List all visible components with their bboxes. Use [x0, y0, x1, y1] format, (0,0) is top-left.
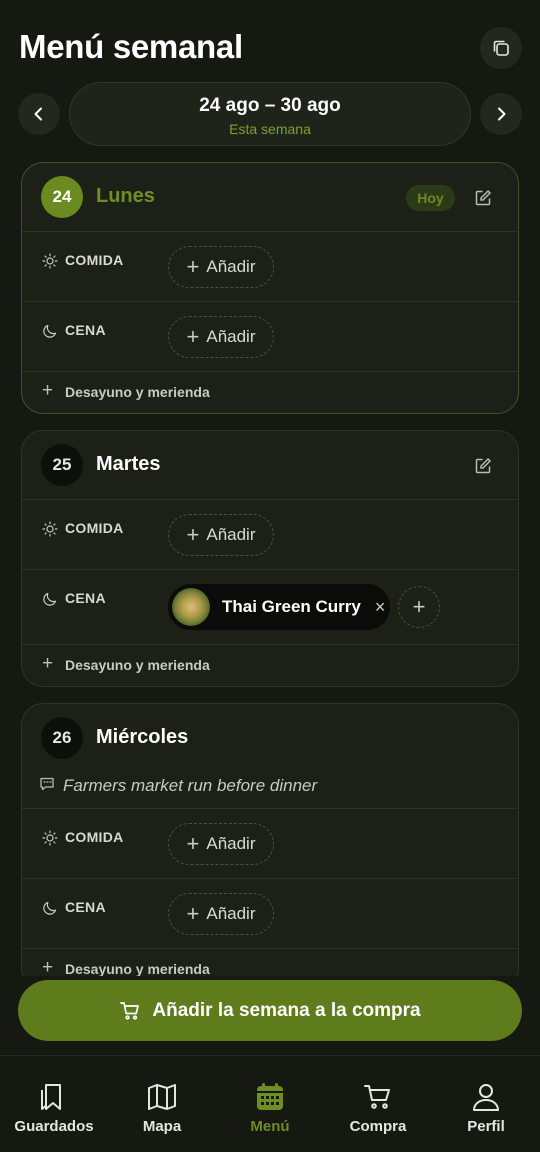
plus-icon: + — [186, 324, 200, 349]
recipe-chip[interactable]: Thai Green Curry × — [168, 584, 390, 630]
plus-icon: + — [186, 901, 200, 926]
day-card-martes: 25 Martes COMIDA + Añadir CENA Thai Gree… — [21, 430, 519, 687]
add-meal-label: Añadir — [206, 904, 256, 923]
add-meal-button[interactable]: + Añadir — [168, 316, 274, 358]
today-badge: Hoy — [406, 185, 455, 211]
add-meal-button[interactable]: + Añadir — [168, 514, 274, 556]
plus-icon: + — [42, 380, 54, 401]
nav-label: Mapa — [142, 1118, 182, 1135]
extra-meals-label: Desayuno y merienda — [65, 961, 210, 976]
day-number: 25 — [41, 444, 83, 486]
sun-icon — [42, 253, 58, 269]
meal-label: COMIDA — [65, 252, 124, 268]
cart-icon — [120, 1001, 140, 1020]
cart-icon — [364, 1085, 390, 1109]
nav-label: Perfil — [467, 1118, 505, 1135]
meal-slot-cena: CENA + Añadir — [22, 301, 518, 371]
add-meal-label: Añadir — [206, 327, 256, 346]
week-selector: 24 ago – 30 ago Esta semana — [0, 82, 540, 146]
week-range-pill[interactable]: 24 ago – 30 ago Esta semana — [69, 82, 471, 146]
day-card-lunes: 24 Lunes Hoy COMIDA + Añadir CENA + Añad… — [21, 162, 519, 414]
nav-item-mapa[interactable]: Mapa — [108, 1056, 216, 1152]
page-title: Menú semanal — [19, 28, 243, 65]
remove-recipe-button[interactable]: × — [375, 597, 386, 618]
copy-icon — [493, 40, 509, 56]
day-header: 24 Lunes Hoy — [22, 163, 518, 231]
meal-label: COMIDA — [65, 829, 124, 845]
moon-icon — [43, 901, 57, 915]
nav-item-compra[interactable]: Compra — [324, 1056, 432, 1152]
meal-slot-comida: COMIDA + Añadir — [22, 499, 518, 569]
day-list[interactable]: 24 Lunes Hoy COMIDA + Añadir CENA + Añad… — [0, 150, 540, 976]
day-note[interactable]: Farmers market run before dinner — [22, 772, 518, 808]
meal-slot-cena: CENA Thai Green Curry × + — [22, 569, 518, 644]
meal-slot-comida: COMIDA + Añadir — [22, 808, 518, 878]
add-another-recipe-button[interactable]: + — [398, 586, 440, 628]
edit-day-button[interactable] — [472, 187, 494, 209]
week-subtitle: Esta semana — [229, 121, 311, 137]
day-header: 25 Martes — [22, 431, 518, 499]
meal-label: COMIDA — [65, 520, 124, 536]
day-name: Miércoles — [96, 726, 189, 748]
add-meal-button[interactable]: + Añadir — [168, 823, 274, 865]
recipe-name: Thai Green Curry — [222, 597, 361, 616]
nav-item-perfil[interactable]: Perfil — [432, 1056, 540, 1152]
cta-label: Añadir la semana a la compra — [152, 999, 421, 1021]
add-meal-button[interactable]: + Añadir — [168, 246, 274, 288]
add-meal-button[interactable]: + Añadir — [168, 893, 274, 935]
edit-icon — [475, 457, 492, 474]
edit-icon — [475, 189, 492, 206]
add-meal-label: Añadir — [206, 834, 256, 853]
bottom-nav: Guardados Mapa Menú Compra Perfil — [0, 1055, 540, 1152]
day-header: 26 Miércoles — [22, 704, 518, 772]
nav-item-menu[interactable]: Menú — [216, 1056, 324, 1152]
extra-meals-label: Desayuno y merienda — [65, 384, 210, 400]
meal-slot-cena: CENA + Añadir — [22, 878, 518, 948]
previous-week-button[interactable] — [18, 93, 60, 135]
chevron-right-icon — [498, 107, 506, 121]
comment-icon — [40, 777, 54, 791]
extra-meals-button[interactable]: + Desayuno y merienda — [22, 644, 518, 686]
chevron-left-icon — [34, 107, 42, 121]
extra-meals-button[interactable]: + Desayuno y merienda — [22, 371, 518, 413]
day-note-text: Farmers market run before dinner — [63, 776, 318, 795]
add-week-to-shopping-button[interactable]: Añadir la semana a la compra — [18, 980, 522, 1041]
calendar-icon — [257, 1083, 283, 1110]
nav-label: Menú — [250, 1118, 290, 1135]
extra-meals-button[interactable]: + Desayuno y merienda — [22, 948, 518, 976]
nav-label: Guardados — [14, 1118, 94, 1135]
day-number: 24 — [41, 176, 83, 218]
copy-week-button[interactable] — [480, 27, 522, 69]
recipe-thumbnail — [172, 588, 210, 626]
add-meal-label: Añadir — [206, 257, 256, 276]
plus-icon: + — [186, 522, 200, 547]
moon-icon — [43, 592, 57, 606]
meal-label: CENA — [65, 899, 106, 915]
plus-icon: + — [186, 831, 200, 856]
day-card-miercoles: 26 Miércoles Farmers market run before d… — [21, 703, 519, 976]
plus-icon: + — [42, 957, 54, 976]
extra-meals-label: Desayuno y merienda — [65, 657, 210, 673]
sun-icon — [42, 521, 58, 537]
meal-label: CENA — [65, 590, 106, 606]
week-range: 24 ago – 30 ago — [199, 95, 341, 116]
app-header: Menú semanal — [0, 0, 540, 80]
day-name: Lunes — [96, 185, 155, 207]
edit-day-button[interactable] — [472, 455, 494, 477]
plus-icon: + — [42, 653, 54, 674]
sun-icon — [42, 830, 58, 846]
meal-slot-comida: COMIDA + Añadir — [22, 231, 518, 301]
day-number: 26 — [41, 717, 83, 759]
user-icon — [473, 1084, 499, 1111]
add-meal-label: Añadir — [206, 525, 256, 544]
nav-label: Compra — [349, 1118, 407, 1135]
map-icon — [148, 1084, 176, 1110]
plus-icon: + — [186, 254, 200, 279]
bookmark-icon — [41, 1084, 61, 1110]
meal-label: CENA — [65, 322, 106, 338]
nav-item-guardados[interactable]: Guardados — [0, 1056, 108, 1152]
moon-icon — [43, 324, 57, 338]
day-name: Martes — [96, 453, 161, 475]
next-week-button[interactable] — [480, 93, 522, 135]
